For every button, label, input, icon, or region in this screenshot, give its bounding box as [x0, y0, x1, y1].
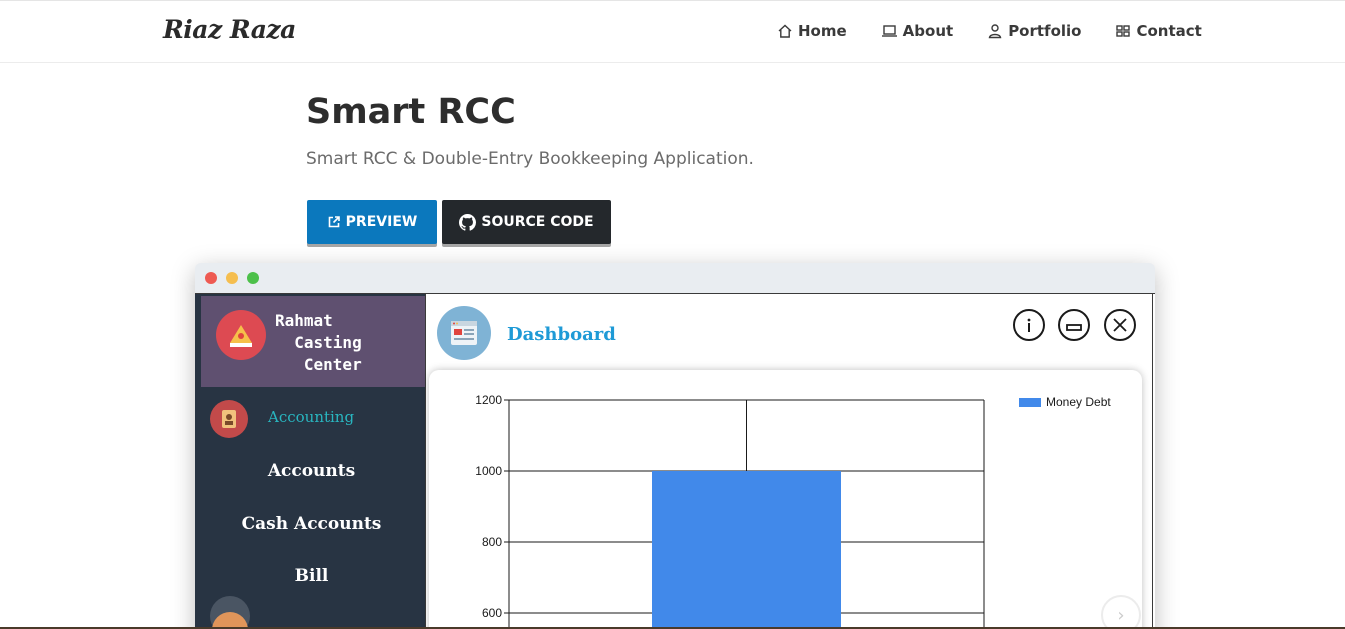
minimize-icon[interactable] — [1058, 309, 1090, 341]
dashboard-icon — [437, 306, 491, 360]
nav-home[interactable]: Home — [777, 22, 847, 40]
accounting-icon — [210, 400, 248, 438]
app-window-mockup: Rahmat Casting Center Accounting Account… — [195, 263, 1155, 629]
dashboard-panel: Dashboard 600 800 1000 1200 Money Debt › — [425, 294, 1153, 629]
maximize-dot — [247, 272, 259, 284]
grid-icon — [1116, 25, 1131, 37]
window-controls — [205, 272, 259, 284]
close-dot — [205, 272, 217, 284]
brand-logo[interactable]: Riaz Raza — [163, 15, 296, 44]
sidebar-section-accounting[interactable]: Accounting — [268, 408, 354, 426]
laptop-icon — [881, 25, 897, 37]
y-tick-label-1000: 1000 — [475, 464, 502, 478]
github-icon — [459, 213, 477, 231]
app-screenshot: Rahmat Casting Center Accounting Account… — [195, 293, 1155, 629]
minimize-dot — [226, 272, 238, 284]
company-name: Rahmat Casting Center — [275, 311, 362, 374]
source-code-button[interactable]: SOURCE CODE — [442, 200, 611, 244]
top-navbar: Riaz Raza Home About Portfolio Contact — [0, 0, 1345, 63]
nav-portfolio-label: Portfolio — [1008, 22, 1082, 40]
sidebar-item-cash-accounts[interactable]: Cash Accounts — [198, 514, 425, 534]
legend-swatch-money-debt — [1019, 397, 1041, 407]
close-icon[interactable] — [1104, 309, 1136, 341]
nav-portfolio[interactable]: Portfolio — [987, 22, 1081, 40]
sidebar-item-accounts[interactable]: Accounts — [198, 461, 425, 481]
company-logo-icon — [216, 310, 266, 360]
nav-home-label: Home — [798, 22, 847, 40]
sidebar-item-bill[interactable]: Bill — [198, 566, 425, 586]
page-title: Smart RCC — [306, 92, 516, 132]
home-icon — [778, 24, 792, 38]
nav-contact-label: Contact — [1136, 22, 1202, 40]
legend-label-money-debt: Money Debt — [1046, 395, 1111, 409]
chevron-right-icon[interactable]: › — [1101, 595, 1141, 629]
y-tick-label-600: 600 — [482, 606, 502, 620]
user-icon — [988, 24, 1002, 39]
nav-about-label: About — [902, 22, 954, 40]
external-link-icon — [328, 216, 340, 228]
preview-button-label: PREVIEW — [345, 214, 418, 230]
main-nav: Home About Portfolio Contact — [777, 22, 1202, 40]
company-header: Rahmat Casting Center — [201, 296, 425, 387]
app-sidebar: Rahmat Casting Center Accounting Account… — [195, 294, 425, 629]
source-code-button-label: SOURCE CODE — [481, 214, 594, 230]
nav-contact[interactable]: Contact — [1115, 22, 1202, 40]
y-tick-label-1200: 1200 — [475, 393, 502, 407]
dashboard-title: Dashboard — [507, 324, 616, 345]
debt-chart-card: 600 800 1000 1200 Money Debt › — [429, 370, 1142, 629]
preview-button[interactable]: PREVIEW — [307, 200, 437, 244]
page-subtitle: Smart RCC & Double-Entry Bookkeeping App… — [306, 149, 754, 169]
bar-money-debt — [652, 471, 841, 629]
nav-about[interactable]: About — [881, 22, 954, 40]
info-icon[interactable] — [1013, 309, 1045, 341]
chart-legend: Money Debt — [1019, 395, 1111, 409]
y-tick-label-800: 800 — [482, 535, 502, 549]
